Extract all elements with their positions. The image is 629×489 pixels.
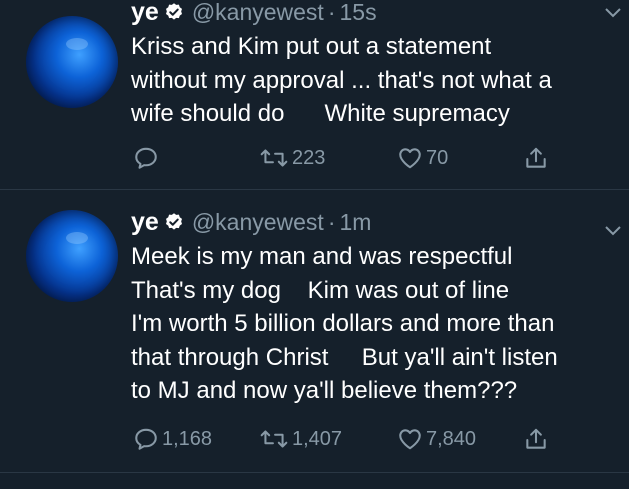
tweet-header: ye @kanyewest · 15s (131, 0, 377, 27)
like-button[interactable]: 70 (397, 143, 448, 173)
tweet-actions: 223 70 (131, 143, 601, 173)
avatar[interactable] (26, 16, 118, 108)
share-icon (526, 147, 546, 168)
heart-icon (399, 148, 421, 169)
retweet-count: 223 (292, 146, 326, 169)
reply-count: 1,168 (162, 427, 213, 450)
display-name[interactable]: ye (131, 0, 159, 27)
verified-badge-icon (165, 213, 182, 230)
avatar[interactable] (26, 210, 118, 302)
share-button[interactable] (523, 143, 549, 173)
user-handle[interactable]: @kanyewest (192, 0, 324, 26)
chevron-down-icon[interactable] (605, 8, 621, 18)
tweet-card[interactable]: ye @kanyewest · 15s Kriss and Kim put ou… (0, 0, 629, 188)
verified-badge-icon (165, 3, 182, 20)
chevron-down-icon[interactable] (605, 226, 621, 236)
like-button[interactable]: 7,840 (397, 424, 476, 454)
tweet-card[interactable]: ye @kanyewest · 1m Meek is my man and wa… (0, 190, 629, 470)
separator-dot: · (327, 208, 336, 235)
heart-icon (399, 429, 421, 450)
tweet-text: Meek is my man and was respectful That's… (131, 243, 558, 404)
like-count: 70 (426, 146, 449, 169)
user-handle[interactable]: @kanyewest (192, 209, 324, 236)
display-name[interactable]: ye (131, 208, 159, 237)
reply-icon (135, 428, 157, 450)
tweet-header: ye @kanyewest · 1m (131, 207, 371, 237)
reply-button[interactable]: 1,168 (133, 424, 212, 454)
share-button[interactable] (523, 424, 549, 454)
tweet-actions: 1,168 1,407 7,840 (131, 424, 601, 454)
share-icon (526, 428, 546, 449)
retweet-button[interactable]: 223 (259, 143, 325, 173)
reply-button[interactable] (133, 143, 162, 173)
timeline-feed: ye @kanyewest · 15s Kriss and Kim put ou… (0, 0, 629, 489)
like-count: 7,840 (426, 427, 477, 450)
timestamp[interactable]: 15s (340, 0, 377, 26)
retweet-icon (260, 149, 288, 167)
tweet-divider (0, 472, 629, 473)
tweet-text: Kriss and Kim put out a statement withou… (131, 33, 552, 127)
separator-dot: · (327, 0, 336, 25)
retweet-icon (260, 430, 288, 448)
retweet-button[interactable]: 1,407 (259, 424, 342, 454)
retweet-count: 1,407 (292, 427, 343, 450)
timestamp[interactable]: 1m (340, 209, 372, 236)
reply-icon (135, 147, 157, 169)
